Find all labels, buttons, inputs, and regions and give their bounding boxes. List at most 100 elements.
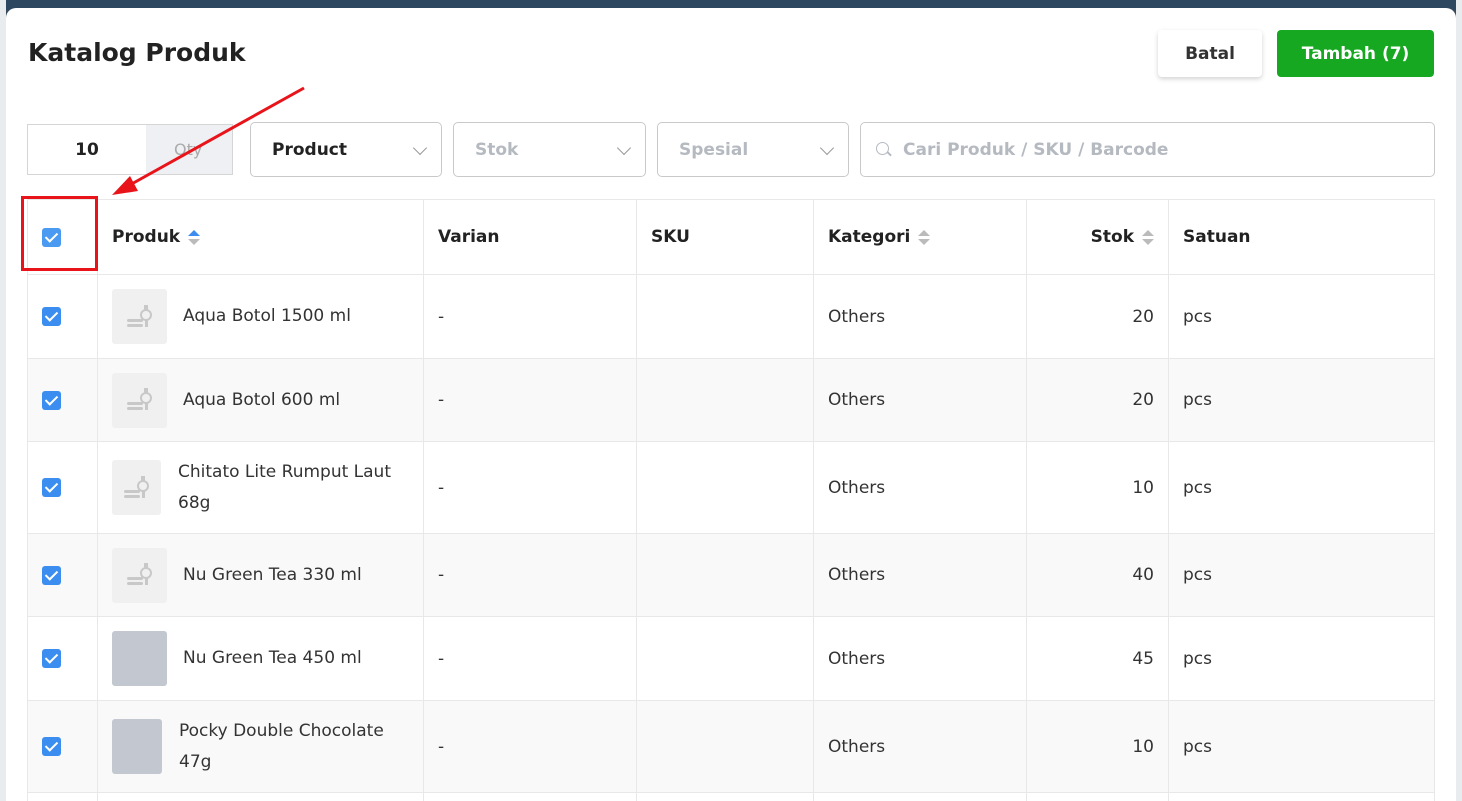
sort-icon[interactable]	[918, 229, 931, 245]
product-catalog-modal: Katalog Produk Batal Tambah (7) 10 Qty P…	[6, 8, 1456, 801]
sku-cell	[637, 534, 814, 616]
kategori-cell: Others	[814, 359, 1027, 441]
modal-title: Katalog Produk	[28, 38, 246, 67]
product-type-select-value: Product	[272, 139, 347, 160]
product-name: Chitato Lite Rumput Laut 68g	[178, 461, 391, 513]
stok-select[interactable]: Stok	[453, 122, 646, 177]
qty-unit-label: Qty	[146, 125, 232, 174]
search-input[interactable]	[903, 139, 1423, 160]
row-checkbox[interactable]	[42, 649, 61, 668]
product-image-placeholder-icon	[112, 289, 167, 344]
varian-cell: -	[424, 617, 637, 700]
row-checkbox[interactable]	[42, 565, 61, 585]
product-type-select[interactable]: Product	[250, 122, 442, 177]
varian-cell: -	[424, 275, 637, 358]
product-cell: Aqua Botol 1500 ml	[98, 275, 424, 358]
satuan-cell: pcs	[1183, 390, 1212, 410]
header-stok[interactable]: Stok	[1027, 200, 1169, 274]
product-name: Nu Green Tea 450 ml	[183, 648, 362, 668]
product-name: Nu Green Tea 330 ml	[183, 564, 362, 585]
spesial-select-placeholder: Spesial	[679, 139, 749, 160]
qty-input[interactable]: 10	[28, 125, 146, 174]
satuan-cell: pcs	[1183, 477, 1212, 498]
kategori-cell: Others	[814, 442, 1027, 533]
product-image-placeholder-icon	[112, 460, 161, 515]
stok-select-placeholder: Stok	[475, 139, 519, 160]
stok-cell: 10	[1027, 442, 1169, 533]
qty-input-group: 10 Qty	[27, 124, 233, 175]
product-cell: Nu Green Tea 330 ml	[98, 534, 424, 616]
sort-icon[interactable]	[188, 229, 201, 245]
satuan-cell: pcs	[1183, 736, 1212, 757]
product-image	[112, 719, 162, 774]
product-name: Aqua Botol 1500 ml	[183, 306, 351, 326]
table-header-row: Produk Varian SKU Kategori Stok Satuan	[28, 200, 1434, 275]
chevron-down-icon	[819, 140, 835, 156]
chevron-down-icon	[412, 140, 428, 156]
kategori-cell: Others	[814, 617, 1027, 700]
row-checkbox[interactable]	[42, 737, 61, 756]
search-box	[860, 122, 1435, 177]
table-row[interactable]: Nu Green Tea 450 ml - Others 45 pcs	[28, 617, 1434, 701]
row-checkbox[interactable]	[42, 478, 61, 497]
kategori-cell: Others	[814, 275, 1027, 358]
header-varian: Varian	[424, 200, 637, 274]
varian-cell: -	[424, 534, 637, 616]
header-kategori-label: Kategori	[828, 227, 911, 247]
product-table: Produk Varian SKU Kategori Stok Satuan A…	[27, 199, 1435, 801]
sku-cell	[637, 359, 814, 441]
product-name: Aqua Botol 600 ml	[183, 389, 341, 410]
cancel-button[interactable]: Batal	[1158, 30, 1262, 77]
sku-cell	[637, 701, 814, 792]
product-image-placeholder-icon	[112, 372, 167, 428]
add-button[interactable]: Tambah (7)	[1277, 30, 1434, 77]
product-cell: Nu Green Tea 450 ml	[98, 617, 424, 700]
sku-cell	[637, 275, 814, 358]
product-name: Pocky Double Chocolate 47g	[179, 720, 384, 772]
stok-cell: 10	[1027, 701, 1169, 792]
row-checkbox-cell	[28, 359, 98, 441]
sku-cell	[637, 617, 814, 700]
table-row[interactable]: Aqua Botol 600 ml - Others 20 pcs	[28, 359, 1434, 442]
row-checkbox-cell	[28, 701, 98, 792]
varian-cell: -	[424, 359, 637, 441]
header-produk[interactable]: Produk	[98, 200, 424, 274]
varian-cell: -	[424, 701, 637, 792]
chevron-down-icon	[616, 140, 632, 156]
satuan-cell: pcs	[1183, 306, 1212, 327]
table-row-partial	[28, 793, 1434, 801]
row-checkbox-cell	[28, 442, 98, 533]
header-kategori[interactable]: Kategori	[814, 200, 1027, 274]
kategori-cell: Others	[814, 701, 1027, 792]
varian-cell: -	[424, 442, 637, 533]
table-row[interactable]: Nu Green Tea 330 ml - Others 40 pcs	[28, 534, 1434, 617]
stok-cell: 40	[1027, 534, 1169, 616]
stok-cell: 20	[1027, 275, 1169, 358]
row-checkbox[interactable]	[42, 390, 61, 410]
table-row[interactable]: Aqua Botol 1500 ml - Others 20 pcs	[28, 275, 1434, 359]
product-cell: Chitato Lite Rumput Laut 68g	[98, 442, 424, 533]
sort-icon[interactable]	[1142, 229, 1154, 245]
sku-cell	[637, 442, 814, 533]
product-cell: Aqua Botol 600 ml	[98, 359, 424, 441]
row-checkbox[interactable]	[42, 307, 61, 326]
table-row[interactable]: Pocky Double Chocolate 47g - Others 10 p…	[28, 701, 1434, 793]
row-checkbox-cell	[28, 275, 98, 358]
product-image	[112, 631, 167, 686]
search-icon	[875, 141, 893, 159]
header-stok-label: Stok	[1090, 227, 1134, 247]
stok-cell: 45	[1027, 617, 1169, 700]
row-checkbox-cell	[28, 617, 98, 700]
product-image-placeholder-icon	[112, 547, 167, 603]
header-satuan: Satuan	[1183, 227, 1251, 247]
product-cell: Pocky Double Chocolate 47g	[98, 701, 424, 792]
background-right-edge	[1456, 0, 1462, 801]
kategori-cell: Others	[814, 534, 1027, 616]
satuan-cell: pcs	[1183, 648, 1212, 669]
row-checkbox-cell	[28, 534, 98, 616]
spesial-select[interactable]: Spesial	[657, 122, 849, 177]
table-row[interactable]: Chitato Lite Rumput Laut 68g - Others 10…	[28, 442, 1434, 534]
annotation-highlight-box	[21, 196, 98, 271]
satuan-cell: pcs	[1183, 565, 1212, 585]
stok-cell: 20	[1027, 359, 1169, 441]
